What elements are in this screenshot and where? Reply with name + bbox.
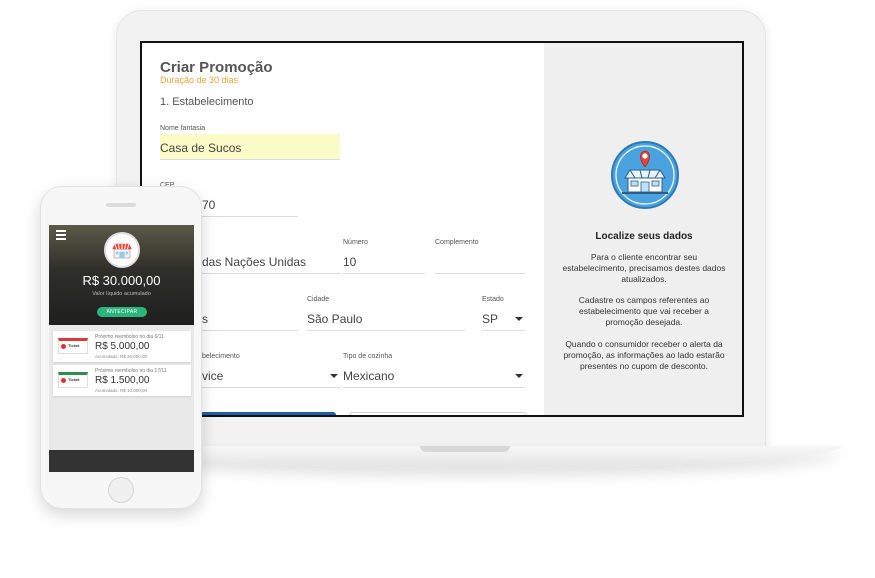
endereco-input[interactable]: das Nações Unidas <box>202 248 340 274</box>
nome-fantasia-input[interactable]: Casa de Sucos <box>160 134 340 160</box>
chevron-down-icon <box>515 374 523 378</box>
estado-value: SP <box>482 312 499 326</box>
chevron-down-icon <box>515 317 523 321</box>
info-title: Localize seus dados <box>595 231 693 242</box>
numero-input[interactable]: 10 <box>343 248 425 274</box>
secondary-button[interactable] <box>349 412 527 415</box>
info-paragraph-1: Para o cliente encontrar seu estabelecim… <box>562 252 726 284</box>
section-heading: 1. Estabelecimento <box>160 96 254 108</box>
home-button[interactable] <box>108 477 134 503</box>
tipo-cozinha-value: Mexicano <box>343 369 395 383</box>
estado-label: Estado <box>482 296 504 303</box>
balance-label: Valor líquido acumulado <box>92 291 151 297</box>
tipo-cozinha-label: Tipo de cozinha <box>343 353 393 360</box>
bairro-input[interactable]: s <box>202 305 298 331</box>
complemento-input[interactable] <box>435 248 525 274</box>
estado-select[interactable]: SP <box>482 305 525 331</box>
laptop-screen: Criar Promoção Duração de 30 dias 1. Est… <box>140 41 744 417</box>
card-label: Próximo reembolso no dia 6/11 <box>95 334 164 340</box>
tipo-estabelecimento-label: belecimento <box>202 353 240 360</box>
cep-input[interactable]: 70 <box>202 191 298 217</box>
duration-subtitle: Duração de 30 dias <box>160 75 239 85</box>
tipo-cozinha-select[interactable]: Mexicano <box>343 362 525 388</box>
balance-amount: R$ 30.000,00 <box>82 273 161 288</box>
phone-frame: R$ 30.000,00 Valor líquido acumulado ANT… <box>40 186 202 509</box>
info-paragraph-2: Cadastre os campos referentes ao estabel… <box>578 295 710 327</box>
cidade-label: Cidade <box>307 296 330 303</box>
card-accumulated: Acumulado: R$ 10.000,00 <box>95 388 148 393</box>
cidade-input[interactable]: São Paulo <box>307 305 465 331</box>
card-value: R$ 1.500,00 <box>95 375 150 386</box>
promotion-form: Criar Promoção Duração de 30 dias 1. Est… <box>142 43 544 415</box>
store-location-icon <box>611 141 679 209</box>
antecipar-button[interactable]: ANTECIPAR <box>97 307 147 317</box>
tipo-estabelecimento-select[interactable]: vice <box>202 362 340 388</box>
info-panel: Localize seus dados Para o cliente encon… <box>544 43 742 415</box>
reimbursement-card[interactable]: Ticket Próximo reembolso no dia 17/11 R$… <box>53 365 191 396</box>
info-paragraph-3: Quando o consumidor receber o alerta da … <box>563 339 725 371</box>
store-avatar-icon <box>104 232 140 268</box>
ticket-logo: Ticket <box>58 372 88 388</box>
continue-button[interactable] <box>200 412 336 415</box>
reimbursement-card[interactable]: Ticket Próximo reembolso no dia 6/11 R$ … <box>53 331 191 362</box>
card-accumulated: Acumulado: R$ 20.000,00 <box>95 354 148 359</box>
numero-label: Número <box>343 239 368 246</box>
page-title: Criar Promoção <box>160 59 273 76</box>
laptop-notch <box>420 446 510 452</box>
card-value: R$ 5.000,00 <box>95 341 150 352</box>
hamburger-menu-icon[interactable] <box>56 230 66 242</box>
tipo-estabelecimento-value: vice <box>202 369 224 383</box>
ticket-logo: Ticket <box>58 338 88 354</box>
phone-screen: R$ 30.000,00 Valor líquido acumulado ANT… <box>49 225 194 472</box>
chevron-down-icon <box>330 374 338 378</box>
phone-speaker <box>106 203 136 207</box>
card-label: Próximo reembolso no dia 17/11 <box>95 368 167 374</box>
nome-fantasia-label: Nome fantasia <box>160 125 206 132</box>
phone-footer <box>49 450 194 472</box>
phone-header: R$ 30.000,00 Valor líquido acumulado ANT… <box>49 225 194 325</box>
complemento-label: Complemento <box>435 239 479 246</box>
